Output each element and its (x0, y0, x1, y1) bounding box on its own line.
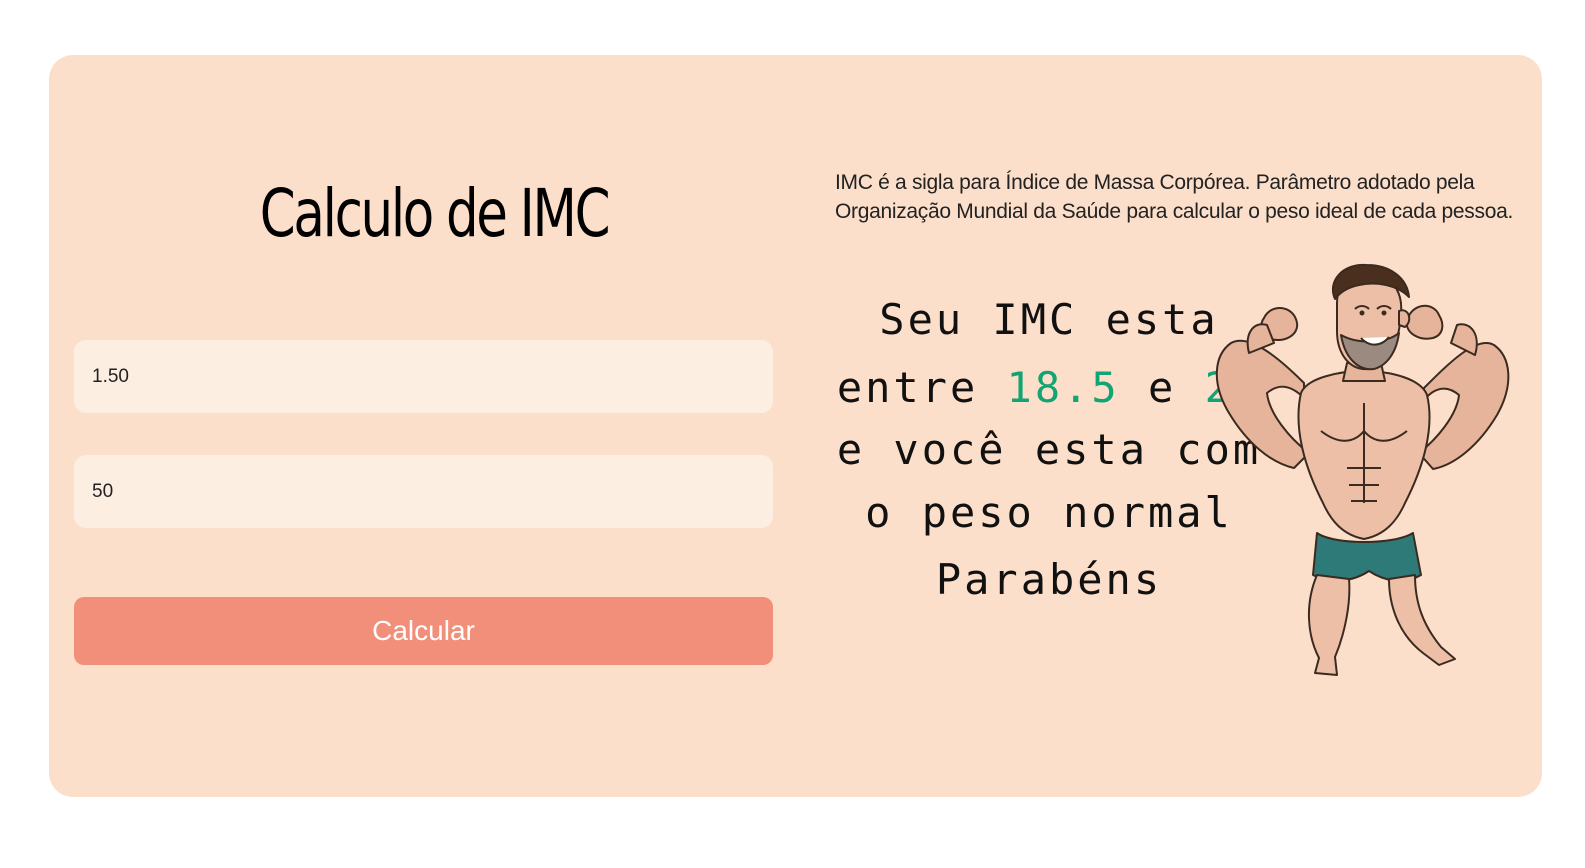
calculate-button[interactable]: Calcular (74, 597, 773, 665)
imc-description: IMC é a sigla para Índice de Massa Corpó… (835, 171, 1513, 223)
weight-input[interactable] (74, 455, 773, 528)
height-input[interactable] (74, 340, 773, 413)
result-connector: e (1148, 363, 1177, 412)
range-min-value: 18.5 (1006, 363, 1120, 412)
muscular-man-flexing-icon (1215, 263, 1510, 676)
result-line-3: e você esta com (836, 425, 1262, 474)
result-line-2: entre 18.5 e 25 (829, 357, 1269, 419)
result-line-1: Seu IMC esta (879, 295, 1219, 344)
result-line-4: o peso normal (865, 488, 1233, 537)
result-prefix: entre (836, 363, 979, 412)
page-title: Calculo de IMC (259, 175, 611, 252)
result-message: Seu IMC esta entre 18.5 e 25 e você esta… (829, 283, 1269, 615)
imc-card: Calculo de IMC Calcular IMC é a sigla pa… (49, 55, 1542, 797)
result-line-5: Parabéns (935, 555, 1163, 604)
